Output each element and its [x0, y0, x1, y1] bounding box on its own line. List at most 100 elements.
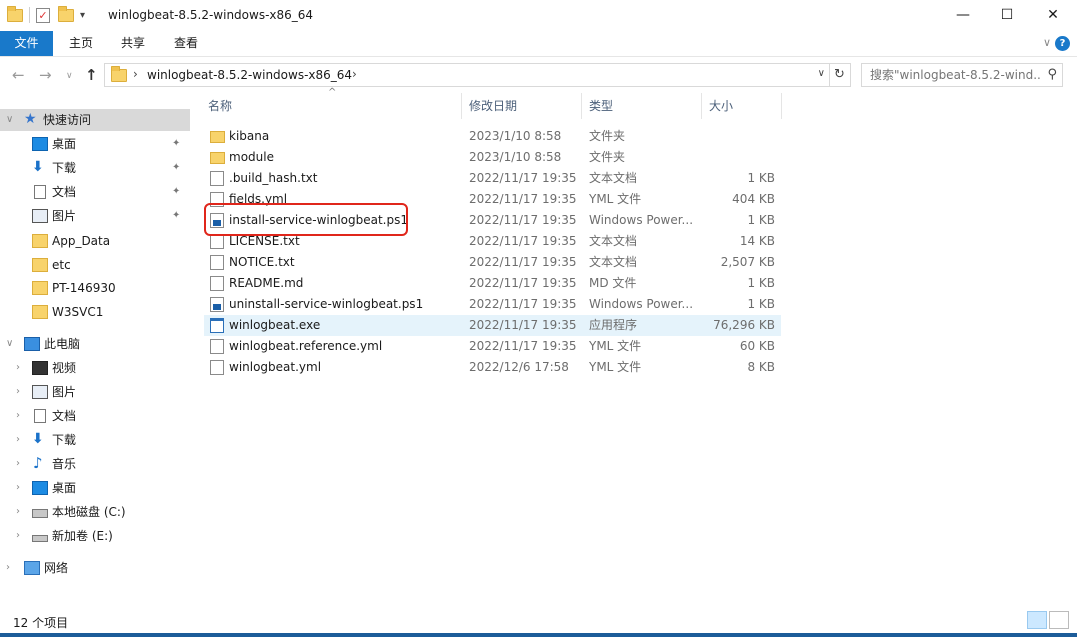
- chevron-down-icon[interactable]: ∨: [6, 109, 13, 131]
- refresh-button[interactable]: ↻: [829, 63, 851, 87]
- pin-icon[interactable]: ✦: [172, 157, 180, 179]
- pin-icon[interactable]: ✦: [172, 205, 180, 227]
- text-file-icon: [210, 171, 224, 186]
- file-size: 14 KB: [739, 234, 775, 248]
- forward-button[interactable]: →: [39, 66, 52, 84]
- sidebar-item-music[interactable]: › ♪ 音乐: [0, 453, 190, 475]
- details-view-button[interactable]: [1027, 611, 1047, 629]
- sidebar-item-etc[interactable]: etc: [0, 254, 190, 276]
- folder-icon: [7, 5, 23, 22]
- search-icon[interactable]: ⚲: [1047, 67, 1057, 82]
- table-row[interactable]: module 2023/1/10 8:58 文件夹: [204, 147, 781, 168]
- ribbon-collapse-icon[interactable]: ∨: [1043, 36, 1051, 49]
- file-type: 文本文档: [589, 234, 638, 248]
- sidebar-item-label: 本地磁盘 (C:): [52, 505, 126, 519]
- table-row[interactable]: uninstall-service-winlogbeat.ps1 2022/11…: [204, 294, 781, 315]
- sidebar-item-pictures[interactable]: 图片 ✦: [0, 205, 190, 227]
- column-divider[interactable]: [701, 93, 702, 119]
- sidebar-item-drive-c[interactable]: › 本地磁盘 (C:): [0, 501, 190, 523]
- chevron-right-icon[interactable]: ›: [16, 381, 20, 403]
- sidebar-item-documents[interactable]: 文档 ✦: [0, 181, 190, 203]
- sidebar-item-label: W3SVC1: [52, 305, 104, 319]
- recent-locations-icon[interactable]: ∨: [66, 71, 73, 81]
- maximize-button[interactable]: ☐: [984, 0, 1030, 31]
- column-divider[interactable]: [581, 93, 582, 119]
- file-size: 76,296 KB: [713, 318, 775, 332]
- address-bar[interactable]: › winlogbeat-8.5.2-windows-x86_64 › ∨: [104, 63, 830, 87]
- sidebar-item-drive-e[interactable]: › 新加卷 (E:): [0, 525, 190, 547]
- chevron-right-icon[interactable]: ›: [352, 67, 357, 81]
- tab-view[interactable]: 查看: [163, 31, 209, 56]
- large-icons-view-button[interactable]: [1049, 611, 1069, 629]
- file-type: YML 文件: [589, 360, 642, 374]
- tab-share[interactable]: 共享: [110, 31, 156, 56]
- column-header-date[interactable]: 修改日期: [469, 93, 579, 119]
- file-type: YML 文件: [589, 339, 642, 353]
- chevron-right-icon[interactable]: ›: [16, 477, 20, 499]
- back-button[interactable]: ←: [12, 66, 25, 84]
- folder-icon: [210, 131, 225, 143]
- column-header-size[interactable]: 大小: [709, 93, 779, 119]
- chevron-right-icon[interactable]: ›: [6, 557, 10, 579]
- file-date: 2022/12/6 17:58: [469, 360, 569, 374]
- sidebar-item-network[interactable]: › 网络: [0, 557, 190, 579]
- chevron-down-icon[interactable]: ∨: [6, 333, 13, 355]
- minimize-button[interactable]: —: [940, 0, 986, 31]
- file-date: 2023/1/10 8:58: [469, 129, 562, 143]
- chevron-right-icon[interactable]: ›: [16, 453, 20, 475]
- sidebar-item-label: 图片: [52, 385, 77, 399]
- column-header-type[interactable]: 类型: [589, 93, 699, 119]
- properties-icon[interactable]: ✓: [36, 7, 50, 23]
- chevron-right-icon[interactable]: ›: [16, 357, 20, 379]
- help-icon[interactable]: ?: [1055, 36, 1070, 51]
- tab-file[interactable]: 文件: [0, 31, 53, 56]
- up-button[interactable]: ↑: [85, 66, 98, 84]
- column-divider[interactable]: [781, 93, 782, 119]
- sidebar-item-label: 视频: [52, 361, 77, 375]
- qat-dropdown-icon[interactable]: ▾: [80, 10, 85, 21]
- sidebar-item-downloads-pc[interactable]: › ⬇ 下载: [0, 429, 190, 451]
- sidebar-item-w3svc1[interactable]: W3SVC1: [0, 301, 190, 323]
- network-icon: [24, 561, 40, 575]
- search-box[interactable]: ⚲: [861, 63, 1063, 87]
- column-header-name[interactable]: 名称: [208, 93, 463, 119]
- sidebar-item-pictures-pc[interactable]: › 图片: [0, 381, 190, 403]
- file-date: 2022/11/17 19:35: [469, 318, 577, 332]
- sidebar-item-documents-pc[interactable]: › 文档: [0, 405, 190, 427]
- download-icon: ⬇: [32, 159, 44, 175]
- sidebar-item-downloads[interactable]: ⬇ 下载 ✦: [0, 157, 190, 179]
- chevron-right-icon[interactable]: ›: [16, 429, 20, 451]
- column-divider[interactable]: [461, 93, 462, 119]
- file-list[interactable]: ^ 名称 修改日期 类型 大小 kibana 2023/1/10 8:58 文件…: [201, 87, 1071, 604]
- chevron-right-icon[interactable]: ›: [16, 525, 20, 547]
- table-row[interactable]: winlogbeat.yml 2022/12/6 17:58 YML 文件 8 …: [204, 357, 781, 378]
- sidebar-item-pt-146930[interactable]: PT-146930: [0, 277, 190, 299]
- sidebar-item-quick-access[interactable]: ∨ ★ 快速访问: [0, 109, 190, 131]
- new-folder-icon[interactable]: [58, 5, 74, 22]
- sidebar-item-app-data[interactable]: App_Data: [0, 230, 190, 252]
- sidebar-item-label: 文档: [52, 409, 77, 423]
- navigation-bar: ← → ∨ ↑ › winlogbeat-8.5.2-windows-x86_6…: [0, 57, 1077, 93]
- table-row-selected[interactable]: winlogbeat.exe 2022/11/17 19:35 应用程序 76,…: [204, 315, 781, 336]
- address-dropdown-icon[interactable]: ∨: [818, 68, 825, 79]
- table-row[interactable]: NOTICE.txt 2022/11/17 19:35 文本文档 2,507 K…: [204, 252, 781, 273]
- sidebar-item-desktop[interactable]: 桌面 ✦: [0, 133, 190, 155]
- navigation-pane[interactable]: ∨ ★ 快速访问 桌面 ✦ ⬇ 下载 ✦ 文档 ✦ 图片 ✦ App_Data …: [0, 93, 190, 604]
- sidebar-item-videos[interactable]: › 视频: [0, 357, 190, 379]
- sidebar-item-this-pc[interactable]: ∨ 此电脑: [0, 333, 190, 355]
- close-button[interactable]: ✕: [1030, 0, 1076, 31]
- file-size: 1 KB: [747, 276, 775, 290]
- chevron-right-icon[interactable]: ›: [133, 67, 138, 81]
- tab-home[interactable]: 主页: [58, 31, 104, 56]
- chevron-right-icon[interactable]: ›: [16, 501, 20, 523]
- pin-icon[interactable]: ✦: [172, 133, 180, 155]
- table-row[interactable]: kibana 2023/1/10 8:58 文件夹: [204, 126, 781, 147]
- address-path[interactable]: winlogbeat-8.5.2-windows-x86_64: [147, 68, 352, 82]
- table-row[interactable]: README.md 2022/11/17 19:35 MD 文件 1 KB: [204, 273, 781, 294]
- chevron-right-icon[interactable]: ›: [16, 405, 20, 427]
- table-row[interactable]: .build_hash.txt 2022/11/17 19:35 文本文档 1 …: [204, 168, 781, 189]
- search-input[interactable]: [862, 64, 1040, 86]
- sidebar-item-desktop-pc[interactable]: › 桌面: [0, 477, 190, 499]
- pin-icon[interactable]: ✦: [172, 181, 180, 203]
- table-row[interactable]: winlogbeat.reference.yml 2022/11/17 19:3…: [204, 336, 781, 357]
